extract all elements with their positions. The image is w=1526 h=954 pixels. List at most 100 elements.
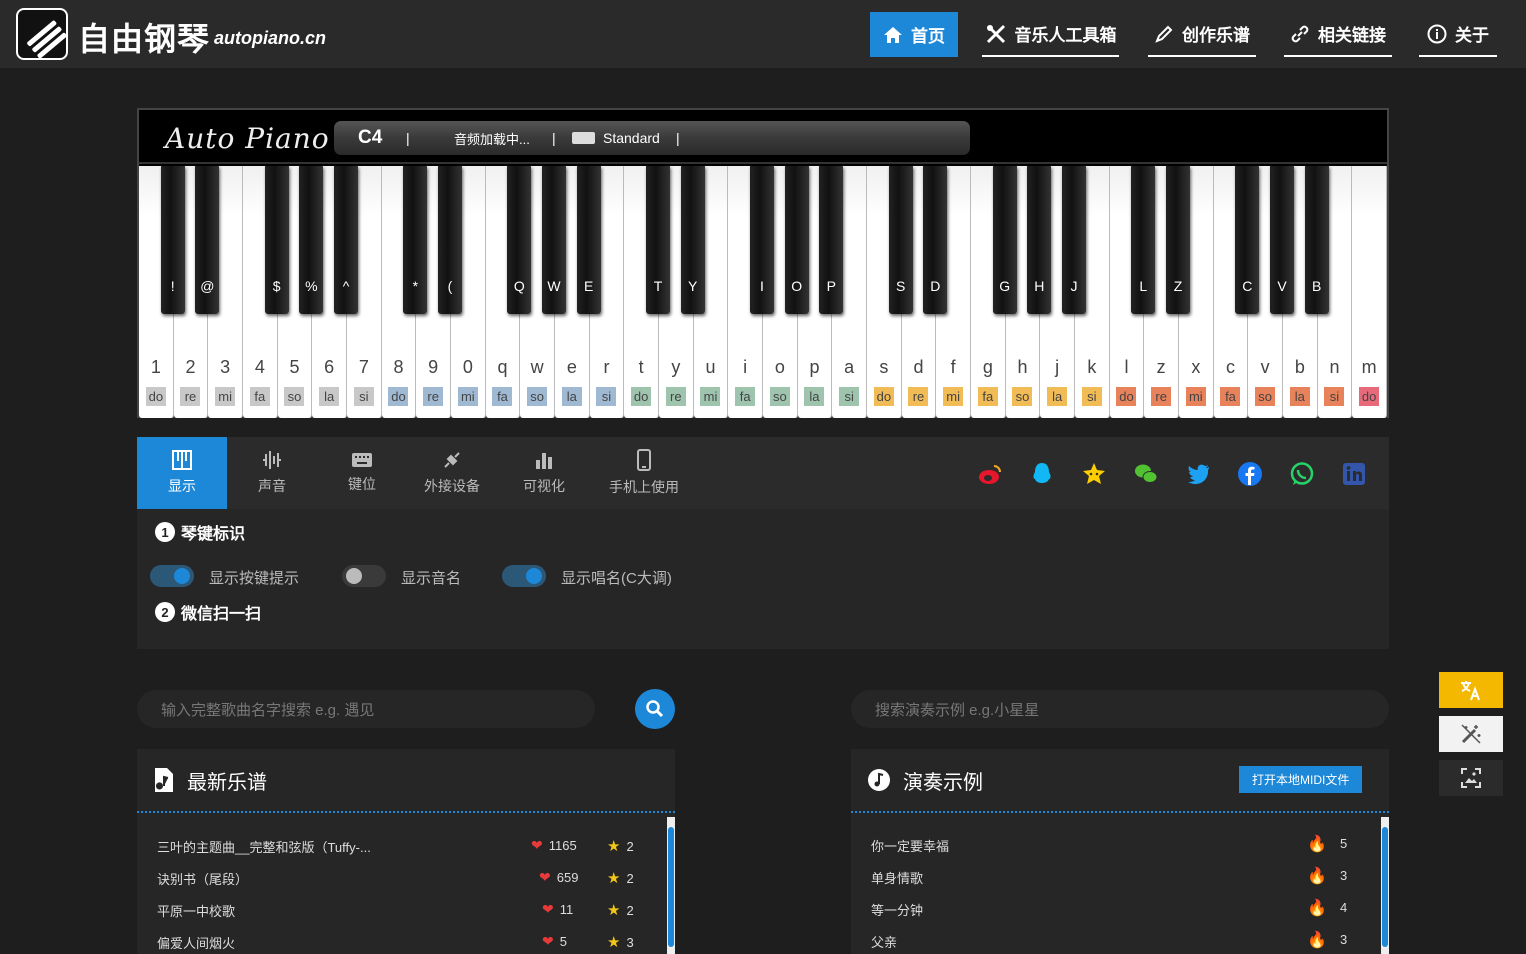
example-row[interactable]: 父亲 🔥 3 [851, 924, 1371, 954]
example-name[interactable]: 父亲 [871, 932, 897, 951]
example-row[interactable]: 等一分钟 🔥 4 [851, 892, 1371, 924]
score-row[interactable]: 诀别书（尾段） ❤ 659 ★ 2 [137, 861, 657, 893]
black-key[interactable]: Z [1166, 166, 1190, 314]
qzone-icon[interactable] [1081, 461, 1107, 487]
magic-wand-button[interactable] [1439, 716, 1503, 752]
stars-count: ★ 2 [607, 838, 634, 855]
example-name[interactable]: 你一定要幸福 [871, 836, 949, 855]
black-key[interactable]: ( [438, 166, 462, 314]
linkedin-icon[interactable] [1341, 461, 1367, 487]
toggle-label: 显示音名 [401, 570, 462, 587]
key-solfege: do [145, 387, 166, 406]
tab-external-devices[interactable]: 外接设备 [407, 437, 497, 509]
black-key[interactable]: H [1027, 166, 1052, 314]
key-char: Z [1173, 278, 1183, 294]
key-char: S [895, 278, 906, 294]
key-char: h [1017, 357, 1028, 377]
site-title[interactable]: 自由钢琴 [78, 14, 210, 60]
top-navbar: 自由钢琴 autopiano.cn 首页 音乐人工具箱 创作乐谱 相关链接 关于 [0, 0, 1526, 68]
settings-tab-bar: 显示 声音 键位 外接设备 可视化 手机上使用 [137, 437, 1389, 509]
black-key[interactable]: I [750, 166, 774, 314]
nav-label: 音乐人工具箱 [1014, 26, 1117, 45]
key-char: 3 [220, 357, 231, 377]
example-row[interactable]: 单身情歌 🔥 3 [851, 860, 1371, 892]
song-search-input[interactable]: 输入完整歌曲名字搜索 e.g. 遇见 [137, 690, 595, 728]
nav-home[interactable]: 首页 [870, 12, 958, 57]
wechat-icon[interactable] [1133, 461, 1159, 487]
key-char: ^ [342, 278, 350, 294]
black-key[interactable]: T [646, 166, 670, 314]
nav-music-tools[interactable]: 音乐人工具箱 [982, 12, 1119, 57]
black-key[interactable]: B [1304, 166, 1329, 314]
black-key[interactable]: W [542, 166, 566, 314]
translate-button[interactable] [1439, 672, 1503, 708]
black-key[interactable]: * [403, 166, 428, 314]
black-key[interactable]: P [819, 166, 844, 314]
screenshot-button[interactable] [1439, 760, 1503, 796]
white-key[interactable]: m do [1352, 166, 1387, 418]
site-domain[interactable]: autopiano.cn [214, 28, 326, 49]
key-solfege: so [527, 387, 548, 406]
black-key[interactable]: @ [195, 166, 220, 314]
black-key[interactable]: J [1062, 166, 1086, 314]
score-name[interactable]: 偏爱人间烟火 [157, 933, 235, 952]
black-key[interactable]: L [1131, 166, 1156, 314]
open-local-midi-button[interactable]: 打开本地MIDI文件 [1239, 766, 1363, 793]
tab-label: 键位 [348, 476, 376, 492]
score-name[interactable]: 诀别书（尾段） [157, 869, 248, 888]
card-header: 最新乐谱 [137, 749, 675, 813]
keyboard-mode[interactable]: Standard [603, 130, 660, 146]
twitter-icon[interactable] [1185, 461, 1211, 487]
toggle-show-note-names[interactable] [342, 565, 386, 587]
whatsapp-icon[interactable] [1289, 461, 1315, 487]
stars-count: ★ 3 [607, 934, 634, 951]
score-row[interactable]: 三叶的主题曲__完整和弦版（Tuffy-... ❤ 1165 ★ 2 [137, 829, 657, 861]
toggle-show-key-hints[interactable] [150, 565, 194, 587]
key-char: m [1361, 357, 1377, 377]
black-key[interactable]: Y [680, 166, 705, 314]
scrollbar[interactable] [1381, 817, 1389, 954]
logo-icon[interactable] [16, 8, 68, 60]
score-row[interactable]: 偏爱人间烟火 ❤ 5 ★ 3 [137, 925, 657, 954]
tab-sound[interactable]: 声音 [227, 437, 317, 509]
toggle-show-solfege[interactable] [502, 565, 546, 587]
weibo-icon[interactable] [977, 461, 1003, 487]
black-key[interactable]: $ [264, 166, 289, 314]
example-name[interactable]: 单身情歌 [871, 868, 923, 887]
black-key[interactable]: ^ [334, 166, 358, 314]
search-button[interactable] [635, 689, 675, 729]
fire-icon: 🔥 [1307, 900, 1327, 917]
black-key[interactable]: D [923, 166, 948, 314]
score-name[interactable]: 三叶的主题曲__完整和弦版（Tuffy-... [157, 837, 371, 856]
tab-keymap[interactable]: 键位 [317, 437, 407, 509]
black-key[interactable]: Q [507, 166, 532, 314]
black-key[interactable]: S [888, 166, 913, 314]
example-search-input[interactable]: 搜索演奏示例 e.g.小星星 [851, 690, 1389, 728]
qq-icon[interactable] [1029, 461, 1055, 487]
score-name[interactable]: 平原一中校歌 [157, 901, 235, 920]
example-row[interactable]: 你一定要幸福 🔥 5 [851, 828, 1371, 860]
example-name[interactable]: 等一分钟 [871, 900, 923, 919]
black-key[interactable]: E [576, 166, 601, 314]
scrollbar[interactable] [667, 817, 675, 954]
tab-mobile[interactable]: 手机上使用 [599, 437, 689, 509]
black-key[interactable]: V [1270, 166, 1294, 314]
tab-visualize[interactable]: 可视化 [499, 437, 589, 509]
key-char: 8 [393, 357, 404, 377]
facebook-icon[interactable] [1237, 461, 1263, 487]
black-key[interactable]: G [992, 166, 1017, 314]
key-char: 1 [150, 357, 161, 377]
score-row[interactable]: 平原一中校歌 ❤ 11 ★ 2 [137, 893, 657, 925]
translate-icon [1461, 681, 1480, 701]
nav-links[interactable]: 相关链接 [1284, 12, 1392, 57]
black-key[interactable]: C [1235, 166, 1260, 314]
nav-about[interactable]: 关于 [1419, 12, 1497, 57]
key-solfege: do [873, 387, 894, 406]
black-key[interactable]: % [299, 166, 324, 314]
tab-display[interactable]: 显示 [137, 437, 227, 509]
toggle-label: 显示唱名(C大调) [561, 570, 672, 587]
nav-compose[interactable]: 创作乐谱 [1148, 12, 1256, 57]
black-key[interactable]: O [784, 166, 809, 314]
stars-count: ★ 2 [607, 870, 634, 887]
black-key[interactable]: ! [160, 166, 185, 314]
